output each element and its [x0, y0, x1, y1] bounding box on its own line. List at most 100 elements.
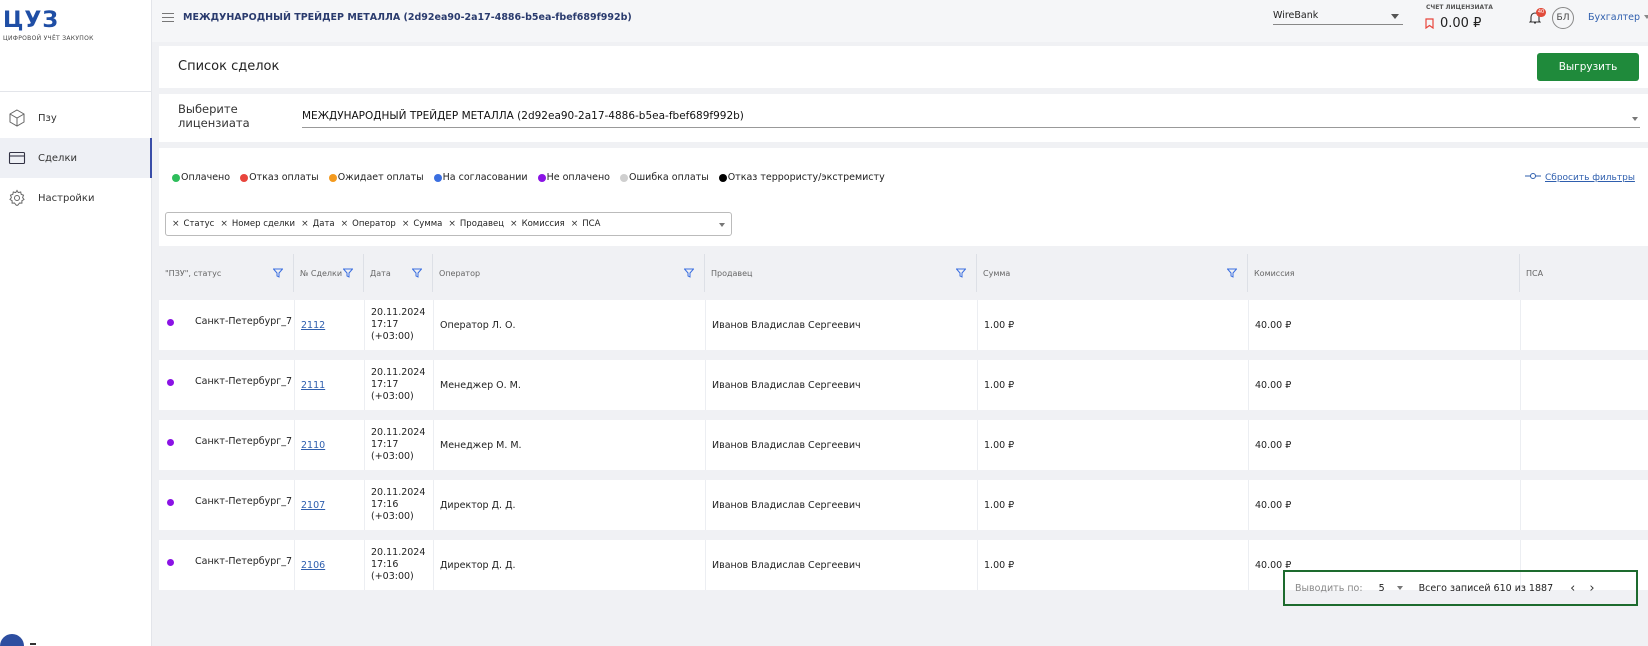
legend-item-awaiting-payment[interactable]: Ожидает оплаты [328, 172, 424, 183]
avatar[interactable]: БЛ [1552, 7, 1574, 29]
pagination: Выводить по: 5 Всего записей 610 из 1887… [1283, 570, 1638, 606]
filter-icon[interactable] [411, 268, 423, 280]
sidebar-item-deals[interactable]: Сделки [0, 138, 152, 178]
deal-number-link[interactable]: 2111 [301, 380, 325, 391]
close-icon[interactable]: × [510, 219, 518, 229]
deal-number-link[interactable]: 2112 [301, 320, 325, 331]
chevron-right-icon[interactable]: › [1589, 581, 1594, 596]
chip-label: Оператор [352, 219, 396, 229]
deal-number-link[interactable]: 2110 [301, 440, 325, 451]
menu-icon[interactable] [162, 13, 174, 23]
deal-number-link[interactable]: 2107 [301, 500, 325, 511]
legend-item-payment-error[interactable]: Ошибка оплаты [619, 172, 709, 183]
support-label-fragment [30, 643, 36, 645]
licensee-select-value: МЕЖДУНАРОДНЫЙ ТРЕЙДЕР МЕТАЛЛА (2d92ea90-… [302, 110, 744, 122]
columns-card: × Статус × Номер сделки × Дата × Оператор × С… [159, 200, 1648, 246]
column-header-label: № Сделки [300, 268, 343, 278]
table-header: "ПЗУ", статус № Сделки Дата Оператор Про… [159, 254, 1648, 292]
reset-filters-link[interactable]: Сбросить фильтры [1525, 172, 1635, 183]
column-header-label: ПСА [1526, 268, 1544, 278]
column-header-operator[interactable]: Оператор [433, 254, 705, 292]
column-header-psa[interactable]: ПСА [1520, 254, 1648, 292]
table-row[interactable]: Санкт-Петербург_7 2110 20.11.2024 17:17 (+… [159, 420, 1648, 470]
close-icon[interactable]: × [571, 219, 579, 229]
chevron-left-icon[interactable]: ‹ [1570, 581, 1575, 596]
column-header-label: Комиссия [1254, 268, 1295, 278]
legend-item-paid[interactable]: Оплачено [172, 172, 230, 183]
table-row[interactable]: Санкт-Петербург_7 2112 20.11.2024 17:17 (+… [159, 300, 1648, 350]
column-chip: × Статус [172, 219, 214, 229]
deal-date: 20.11.2024 17:17 (+03:00) [371, 307, 426, 342]
column-header-label: Сумма [983, 268, 1011, 278]
status-dot [718, 173, 727, 182]
deal-date: 20.11.2024 17:16 (+03:00) [371, 547, 426, 582]
deal-date: 20.11.2024 17:17 (+03:00) [371, 367, 426, 402]
filter-icon[interactable] [683, 268, 695, 280]
support-icon[interactable] [0, 634, 24, 646]
legend-item-not-paid[interactable]: Не оплачено [537, 172, 610, 183]
column-header-label: "ПЗУ", статус [165, 268, 222, 278]
status-dot [619, 173, 628, 182]
filter-icon[interactable] [342, 268, 354, 280]
card-icon [8, 149, 26, 167]
column-chip: × Номер сделки [220, 219, 295, 229]
licensee-select-label: Выберите лицензиата [178, 102, 250, 130]
column-header-seller[interactable]: Продавец [705, 254, 977, 292]
table-row[interactable]: Санкт-Петербург_7 2107 20.11.2024 17:16 (+… [159, 480, 1648, 530]
licensee-select[interactable]: МЕЖДУНАРОДНЫЙ ТРЕЙДЕР МЕТАЛЛА (2d92ea90-… [302, 110, 1640, 128]
column-header-date[interactable]: Дата [364, 254, 433, 292]
deal-date: 20.11.2024 17:16 (+03:00) [371, 487, 426, 522]
status-dot [240, 173, 249, 182]
notification-badge: 40 [1536, 8, 1546, 17]
columns-multiselect[interactable]: × Статус × Номер сделки × Дата × Оператор × С… [165, 212, 732, 236]
status-dot [167, 559, 174, 566]
close-icon[interactable]: × [172, 219, 180, 229]
legend-item-payment-refused[interactable]: Отказ оплаты [240, 172, 319, 183]
filter-reset-icon [1525, 172, 1541, 183]
legend-label: Отказ оплаты [249, 172, 319, 183]
column-header-deal-number[interactable]: № Сделки [294, 254, 364, 292]
filter-icon[interactable] [1226, 268, 1238, 280]
deal-sum: 1.00 ₽ [984, 439, 1015, 451]
legend-label: Отказ террористу/экстремисту [727, 172, 885, 183]
close-icon[interactable]: × [402, 219, 410, 229]
column-chip: × Комиссия [510, 219, 565, 229]
sidebar-item-pzu[interactable]: Пзу [0, 98, 152, 138]
deal-number-link[interactable]: 2106 [301, 560, 325, 571]
title-card: Список сделок Выгрузить [159, 46, 1648, 88]
legend-item-terrorist-refusal[interactable]: Отказ террористу/экстремисту [718, 172, 885, 183]
pzu-name: Санкт-Петербург_7 [195, 496, 293, 507]
bank-select-value: WireBank [1273, 10, 1319, 21]
sidebar-divider [0, 91, 152, 92]
deal-sum: 1.00 ₽ [984, 559, 1015, 571]
close-icon[interactable]: × [341, 219, 349, 229]
sidebar-item-settings[interactable]: Настройки [0, 178, 152, 218]
close-icon[interactable]: × [448, 219, 456, 229]
close-icon[interactable]: × [220, 219, 228, 229]
column-chip: × Дата [301, 219, 335, 229]
export-button[interactable]: Выгрузить [1537, 53, 1639, 81]
logo[interactable]: ЦУЗ ЦИФРОВОЙ УЧЁТ ЗАКУПОК [3, 8, 94, 42]
legend-label: Не оплачено [546, 172, 610, 183]
column-header-label: Продавец [711, 268, 753, 278]
role-selector[interactable]: Бухгалтер [1588, 12, 1640, 23]
status-legend-card: Оплачено Отказ оплаты Ожидает оплаты На … [159, 148, 1648, 206]
seller-name: Иванов Владислав Сергеевич [712, 439, 861, 451]
chevron-down-icon [1644, 15, 1648, 19]
seller-name: Иванов Владислав Сергеевич [712, 559, 861, 571]
column-header-commission[interactable]: Комиссия [1248, 254, 1520, 292]
column-header-status[interactable]: "ПЗУ", статус [159, 254, 294, 292]
logo-subtitle: ЦИФРОВОЙ УЧЁТ ЗАКУПОК [3, 35, 94, 42]
filter-icon[interactable] [955, 268, 967, 280]
chevron-down-icon[interactable] [1396, 586, 1403, 590]
legend-item-on-approval[interactable]: На согласовании [433, 172, 528, 183]
chip-label: ПСА [582, 219, 601, 229]
topbar: МЕЖДУНАРОДНЫЙ ТРЕЙДЕР МЕТАЛЛА (2d92ea90-… [152, 0, 1648, 42]
per-page-select[interactable]: 5 [1379, 583, 1385, 594]
pzu-name: Санкт-Петербург_7 [195, 556, 293, 567]
close-icon[interactable]: × [301, 219, 309, 229]
bank-select[interactable]: WireBank [1273, 8, 1403, 25]
filter-icon[interactable] [272, 268, 284, 280]
table-row[interactable]: Санкт-Петербург_7 2111 20.11.2024 17:17 (+… [159, 360, 1648, 410]
column-header-sum[interactable]: Сумма [977, 254, 1248, 292]
